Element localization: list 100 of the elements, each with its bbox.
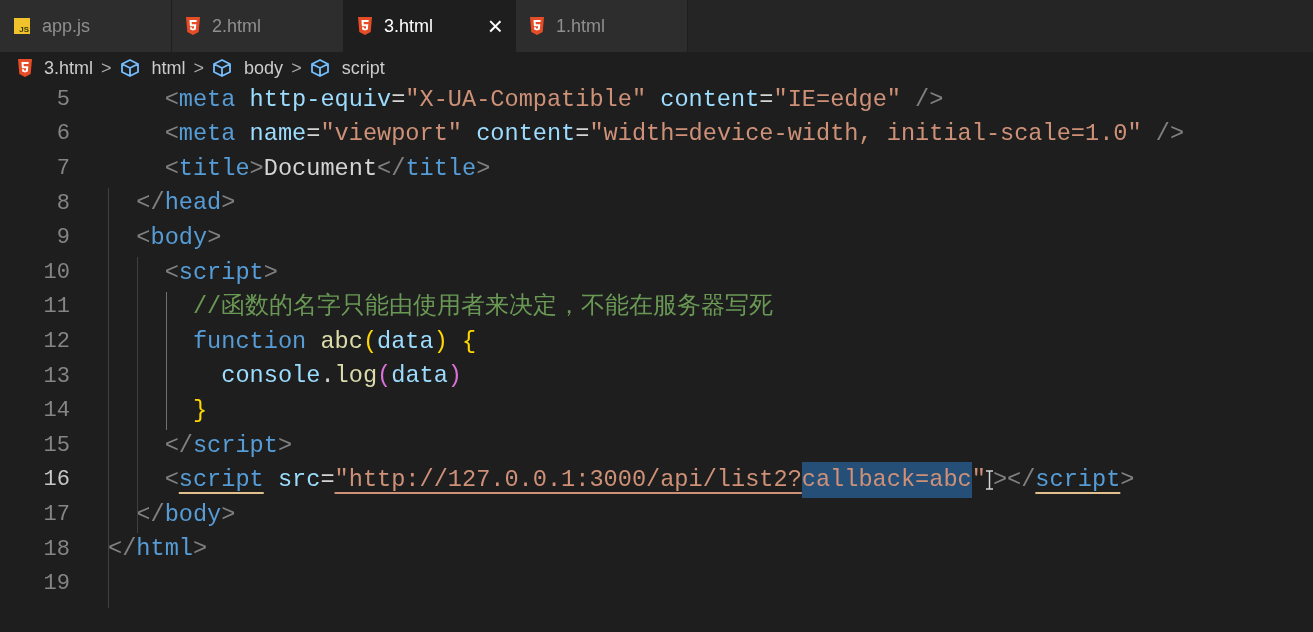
- code-token: >: [263, 257, 278, 288]
- breadcrumb-separator: >: [101, 56, 112, 80]
- code-token: data: [377, 326, 434, 357]
- code-token: />: [914, 84, 944, 115]
- editor-tab[interactable]: 3.html ×: [344, 0, 516, 52]
- code-token: title: [178, 153, 250, 184]
- editor-tab[interactable]: 1.html: [516, 0, 688, 52]
- line-number: 15: [42, 431, 70, 460]
- code-token: script: [192, 430, 278, 461]
- code-token: ></: [992, 465, 1036, 496]
- code-token: ): [447, 361, 463, 392]
- breadcrumb-item[interactable]: body: [244, 54, 284, 82]
- code-token: >: [277, 430, 293, 461]
- code-token: <: [163, 465, 179, 496]
- line-number: 5: [55, 85, 70, 114]
- code-token: (: [377, 361, 392, 392]
- code-token: callback=abc: [801, 462, 972, 498]
- line-number: 16: [42, 466, 70, 495]
- line-number: 8: [55, 189, 70, 218]
- line-number: 14: [42, 397, 70, 426]
- code-token: meta: [178, 84, 236, 115]
- code-token: script: [178, 257, 264, 288]
- code-token: function: [191, 326, 307, 357]
- code-token: {: [461, 326, 477, 357]
- cube-icon: [309, 59, 330, 77]
- code-token: <: [163, 153, 179, 184]
- code-token: </: [163, 430, 193, 461]
- code-token: <: [163, 119, 179, 150]
- line-number: 13: [42, 362, 70, 391]
- code-token: name: [248, 119, 307, 150]
- code-token: </: [135, 188, 165, 219]
- html-file-icon: [186, 17, 200, 35]
- code-token: log: [334, 361, 378, 392]
- cube-icon: [212, 59, 233, 77]
- code-token: content: [659, 84, 760, 115]
- code-token: >: [476, 153, 491, 184]
- code-token: html: [136, 534, 193, 565]
- code-token: meta: [178, 119, 236, 150]
- code-token: >: [249, 153, 264, 184]
- line-number: 12: [42, 327, 70, 356]
- code-token: script: [1035, 465, 1121, 496]
- editor-tab[interactable]: JS app.js: [0, 0, 172, 52]
- code-token: src: [276, 465, 321, 496]
- code-token: abc: [319, 326, 363, 357]
- code-token: ": [971, 465, 986, 496]
- code-token: >: [192, 534, 208, 565]
- line-number: 11: [42, 293, 70, 322]
- cube-icon: [119, 59, 140, 77]
- breadcrumb-separator: >: [193, 56, 205, 80]
- code-token: content: [475, 119, 576, 150]
- code-token: </: [108, 534, 137, 565]
- code-token: =: [391, 84, 406, 115]
- code-token: <: [163, 257, 179, 288]
- close-button[interactable]: ×: [487, 13, 503, 39]
- line-number: 6: [55, 120, 70, 149]
- code-token: "X-UA-Compatible": [405, 84, 647, 115]
- breadcrumb-item[interactable]: 3.html: [44, 54, 94, 82]
- code-token: >: [221, 499, 236, 530]
- code-token: title: [405, 153, 477, 184]
- code-token: <: [135, 223, 151, 253]
- code-token: =: [306, 119, 321, 150]
- breadcrumb-item[interactable]: html: [151, 54, 186, 82]
- line-number: 9: [55, 224, 70, 253]
- code-comment: //函数的名字只能由使用者来决定，不能在服务器写死: [191, 291, 774, 323]
- code-token: (: [362, 326, 378, 357]
- breadcrumb-item[interactable]: script: [341, 54, 385, 82]
- code-token: >: [207, 223, 222, 253]
- code-token: "http://127.0.0.1:3000/api/list2?: [334, 465, 802, 496]
- html-file-icon: [18, 59, 32, 77]
- code-token: .: [320, 361, 335, 392]
- code-token: =: [575, 119, 590, 150]
- code-token: http-equiv: [248, 84, 392, 115]
- editor-tab[interactable]: 2.html: [172, 0, 344, 52]
- code-token: script: [178, 465, 264, 496]
- text-cursor-icon: [985, 469, 993, 490]
- line-number: 19: [42, 570, 70, 599]
- code-token: <: [163, 84, 179, 115]
- line-number: 18: [42, 535, 70, 564]
- code-token: >: [1120, 465, 1135, 496]
- code-token: }: [191, 395, 208, 426]
- line-number: 10: [42, 258, 70, 287]
- line-number: 17: [42, 500, 70, 529]
- code-token: ): [433, 326, 448, 357]
- code-token: "IE=edge": [773, 84, 901, 115]
- line-number: 7: [55, 155, 70, 183]
- code-token: =: [759, 84, 774, 115]
- html-file-icon: [358, 17, 372, 35]
- code-token: body: [164, 499, 222, 530]
- code-token: Document: [263, 153, 378, 184]
- code-token: console: [220, 361, 321, 392]
- code-token: "width=device-width, initial-scale=1.0": [589, 119, 1142, 150]
- breadcrumb-separator: >: [291, 56, 302, 80]
- code-token: body: [150, 223, 208, 253]
- code-token: =: [320, 465, 335, 496]
- code-token: head: [164, 188, 222, 219]
- code-token: </: [135, 499, 165, 530]
- html-file-icon: [530, 17, 544, 35]
- code-token: data: [391, 361, 448, 392]
- code-token: />: [1154, 119, 1185, 150]
- js-file-icon: JS: [14, 18, 30, 34]
